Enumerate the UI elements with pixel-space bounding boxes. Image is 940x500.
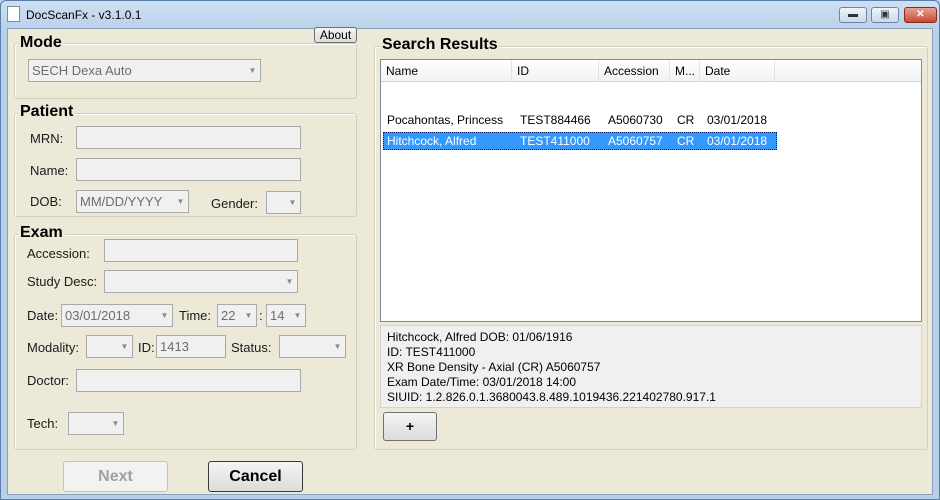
gender-label: Gender: (211, 196, 258, 211)
list-item[interactable]: Pocahontas, Princess TEST884466 A5060730… (383, 112, 777, 130)
minute-value: 14 (270, 308, 285, 323)
chevron-down-icon: ▼ (244, 311, 253, 320)
tech-select[interactable]: ▼ (68, 412, 124, 435)
time-label: Time: (179, 308, 212, 323)
close-button[interactable]: ✕ (904, 7, 937, 23)
detail-line: ID: TEST411000 (387, 345, 476, 359)
modality-label: Modality: (27, 340, 80, 355)
detail-line: Exam Date/Time: 03/01/2018 14:00 (387, 375, 576, 389)
row-name: Hitchcock, Alfred (387, 134, 477, 148)
mode-heading: Mode (18, 34, 64, 52)
row-id: TEST411000 (520, 134, 590, 148)
chevron-down-icon: ▼ (293, 311, 302, 320)
details-panel: Hitchcock, Alfred DOB: 01/06/1916 ID: TE… (380, 325, 922, 408)
app-window: DocScanFx - v3.1.0.1 ▬ ▣ ✕ About Mode SE… (0, 0, 940, 500)
id-label: ID: (138, 340, 155, 355)
detail-line: SIUID: 1.2.826.0.1.3680043.8.489.1019436… (387, 390, 716, 404)
results-list[interactable]: Name ID Accession M... Date Pocahontas, … (380, 59, 922, 322)
row-accession: A5060757 (608, 134, 663, 148)
mode-value: SECH Dexa Auto (32, 63, 132, 78)
window-title: DocScanFx - v3.1.0.1 (26, 8, 142, 22)
mrn-field[interactable] (76, 126, 301, 149)
doctor-label: Doctor: (27, 373, 69, 388)
maximize-button[interactable]: ▣ (871, 7, 899, 23)
id-field[interactable]: 1413 (156, 335, 226, 358)
minute-select[interactable]: 14 ▼ (266, 304, 306, 327)
about-button[interactable]: About (314, 27, 357, 43)
dob-placeholder: MM/DD/YYYY (80, 194, 163, 209)
mode-select[interactable]: SECH Dexa Auto ▼ (28, 59, 261, 82)
chevron-down-icon: ▼ (176, 197, 185, 206)
list-item-selected[interactable]: Hitchcock, Alfred TEST411000 A5060757 CR… (383, 132, 777, 150)
accession-label: Accession: (27, 246, 90, 261)
accession-field[interactable] (104, 239, 298, 262)
date-label: Date: (27, 308, 59, 323)
next-button[interactable]: Next (63, 461, 168, 492)
status-select[interactable]: ▼ (279, 335, 346, 358)
row-name: Pocahontas, Princess (387, 113, 504, 127)
chevron-down-icon: ▼ (160, 311, 169, 320)
minimize-button[interactable]: ▬ (839, 7, 867, 23)
chevron-down-icon: ▼ (120, 342, 129, 351)
chevron-down-icon: ▼ (111, 419, 120, 428)
column-header-modality[interactable]: M... (670, 60, 700, 82)
status-label: Status: (231, 340, 272, 355)
title-bar[interactable]: DocScanFx - v3.1.0.1 ▬ ▣ ✕ (1, 1, 939, 28)
study-desc-label: Study Desc: (27, 274, 98, 289)
column-header-id[interactable]: ID (512, 60, 599, 82)
add-button[interactable]: + (383, 412, 437, 441)
chevron-down-icon: ▼ (248, 66, 257, 75)
modality-select[interactable]: ▼ (86, 335, 133, 358)
mrn-label: MRN: (30, 131, 64, 146)
date-value: 03/01/2018 (65, 308, 131, 323)
time-separator: : (259, 308, 263, 323)
row-modality: CR (677, 134, 695, 148)
results-header: Name ID Accession M... Date (381, 60, 921, 82)
gender-select[interactable]: ▼ (266, 191, 301, 214)
chevron-down-icon: ▼ (333, 342, 342, 351)
cancel-button[interactable]: Cancel (208, 461, 303, 492)
column-header-accession[interactable]: Accession (599, 60, 670, 82)
client-area: About Mode SECH Dexa Auto ▼ Patient MRN:… (7, 27, 933, 495)
chevron-down-icon: ▼ (285, 277, 294, 286)
app-icon (7, 6, 20, 22)
detail-line: Hitchcock, Alfred DOB: 01/06/1916 (387, 330, 573, 344)
name-field[interactable] (76, 158, 301, 181)
doctor-field[interactable] (76, 369, 301, 392)
study-desc-select[interactable]: ▼ (104, 270, 298, 293)
patient-heading: Patient (18, 103, 76, 121)
dob-field[interactable]: MM/DD/YYYY ▼ (76, 190, 189, 213)
dob-label: DOB: (30, 194, 62, 209)
column-header-date[interactable]: Date (700, 60, 775, 82)
column-header-name[interactable]: Name (381, 60, 512, 82)
row-date: 03/01/2018 (707, 134, 768, 148)
row-id: TEST884466 (520, 113, 591, 127)
search-results-heading: Search Results (380, 36, 500, 54)
row-date: 03/01/2018 (707, 113, 768, 127)
chevron-down-icon: ▼ (288, 198, 297, 207)
hour-value: 22 (221, 308, 236, 323)
name-label: Name: (30, 163, 69, 178)
hour-select[interactable]: 22 ▼ (217, 304, 257, 327)
tech-label: Tech: (27, 416, 59, 431)
detail-line: XR Bone Density - Axial (CR) A5060757 (387, 360, 601, 374)
row-modality: CR (677, 113, 695, 127)
exam-heading: Exam (18, 224, 65, 242)
row-accession: A5060730 (608, 113, 663, 127)
date-field[interactable]: 03/01/2018 ▼ (61, 304, 173, 327)
